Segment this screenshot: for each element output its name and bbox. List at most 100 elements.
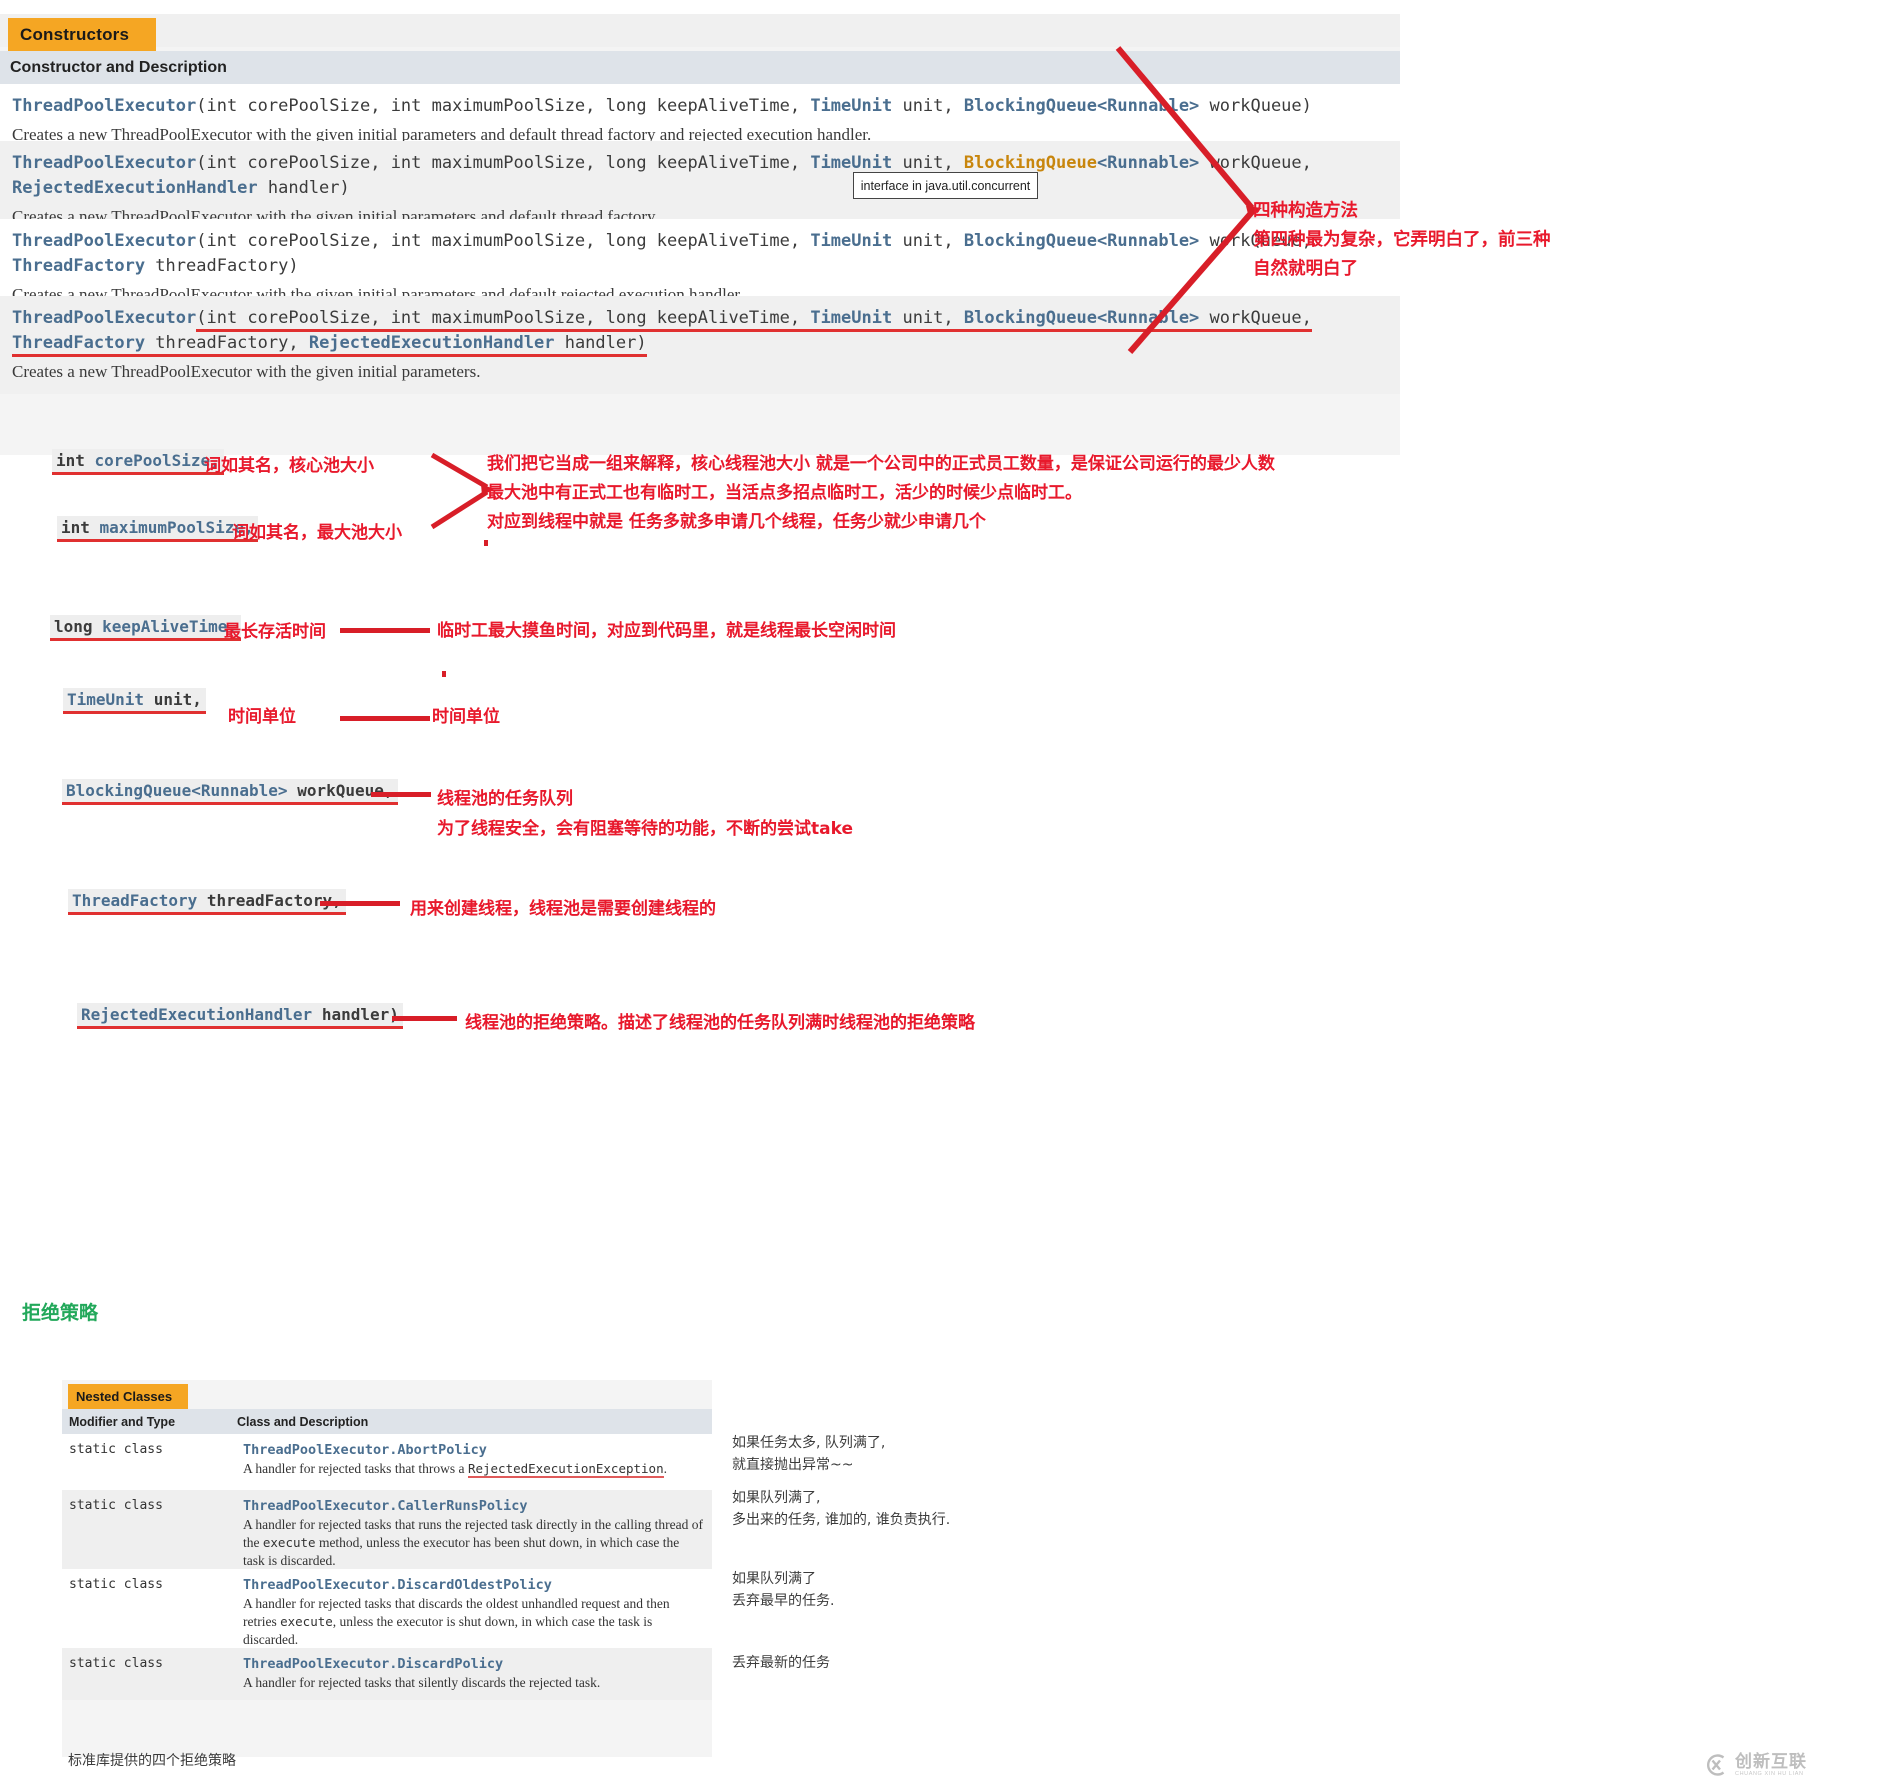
param-note-threadfactory: 用来创建线程，线程池是需要创建线程的 — [410, 899, 716, 919]
pool-note-line1: 我们把它当成一组来解释，核心线程池大小 就是一个公司中的正式员工数量，是保证公司… — [487, 454, 1275, 474]
ctor-tab-strip — [0, 14, 1400, 47]
param-note-workqueue-2: 为了线程安全，会有阻塞等待的功能，不断的尝试take — [437, 819, 853, 839]
table-row[interactable]: static class ThreadPoolExecutor.CallerRu… — [62, 1490, 712, 1569]
param-note-workqueue-1: 线程池的任务队列 — [437, 789, 573, 809]
ctor-params: (int corePoolSize, int maximumPoolSize, … — [196, 308, 811, 332]
nested-class-name[interactable]: ThreadPoolExecutor.AbortPolicy — [243, 1442, 704, 1458]
param-name: handler) — [312, 1005, 399, 1024]
ctor-name: ThreadPoolExecutor — [12, 153, 197, 173]
ctor-type-timeunit[interactable]: TimeUnit — [810, 231, 892, 251]
nested-note-line1: 如果队列满了 — [732, 1571, 816, 1587]
nested-note-line1: 如果队列满了, — [732, 1490, 821, 1506]
ctor-params: (int corePoolSize, int maximumPoolSize, … — [196, 96, 811, 116]
top-note-line2: 第四种最为复杂，它弄明白了，前三种 — [1253, 230, 1551, 250]
ctor-type-blockingqueue[interactable]: BlockingQueue — [964, 231, 1097, 251]
desc-post: . — [663, 1461, 667, 1476]
nested-note: 如果队列满了 丢弃最早的任务. — [732, 1568, 834, 1612]
pool-note-line3: 对应到线程中就是 任务多就多申请几个线程，任务少就少申请几个 — [487, 512, 986, 532]
nested-class-cell: ThreadPoolExecutor.DiscardPolicy A handl… — [237, 1648, 712, 1700]
ctor-type-blockingqueue[interactable]: BlockingQueue — [964, 96, 1097, 116]
param-label-timeunit: 时间单位 — [228, 707, 296, 727]
nested-classes-tab[interactable]: Nested Classes — [68, 1384, 188, 1409]
ctor-name: ThreadPoolExecutor — [12, 231, 197, 251]
ctor-type-threadfactory[interactable]: ThreadFactory — [12, 333, 146, 357]
ctor-type-rejectedexecutionhandler[interactable]: RejectedExecutionHandler — [308, 333, 555, 357]
reject-policy-footnote: 标准库提供的四个拒绝策略 — [68, 1753, 236, 1769]
ctor-params-3: workQueue) — [1199, 96, 1312, 116]
connector-line — [371, 792, 431, 797]
ctor-params-3: workQueue, — [1199, 308, 1312, 332]
nested-modifier: static class — [69, 1442, 163, 1457]
pool-note: 我们把它当成一组来解释，核心线程池大小 就是一个公司中的正式员工数量，是保证公司… — [487, 450, 1275, 537]
nested-col1-header: Modifier and Type — [69, 1414, 176, 1429]
constructor-column-header: Constructor and Description — [0, 51, 1400, 84]
nested-class-cell: ThreadPoolExecutor.AbortPolicy A handler… — [237, 1434, 712, 1490]
ctor-param-handler: handler) — [257, 178, 350, 198]
constructor-signature: ThreadPoolExecutor(int corePoolSize, int… — [12, 151, 1388, 176]
ctor-type-timeunit[interactable]: TimeUnit — [810, 153, 892, 173]
stray-red-dot — [484, 540, 488, 546]
param-chip-corepoolsize: int corePoolSize, — [52, 449, 224, 475]
nested-class-name[interactable]: ThreadPoolExecutor.CallerRunsPolicy — [243, 1498, 704, 1514]
pool-note-line2: 最大池中有正式工也有临时工，当活点多招点临时工，活少的时候少点临时工。 — [487, 483, 1082, 503]
ctor-generic-runnable[interactable]: <Runnable> — [1097, 96, 1199, 116]
param-type: ThreadFactory — [72, 891, 198, 910]
nested-class-name[interactable]: ThreadPoolExecutor.DiscardOldestPolicy — [243, 1577, 704, 1593]
param-chip-text: int maximumPoolSize, — [57, 516, 258, 542]
nested-class-desc: A handler for rejected tasks that throws… — [243, 1460, 704, 1478]
ctor-type-timeunit[interactable]: TimeUnit — [810, 96, 892, 116]
param-name: keepAliveTime, — [92, 617, 238, 636]
ctor-generic-runnable[interactable]: <Runnable> — [1097, 153, 1199, 173]
stray-red-dot — [442, 671, 446, 677]
nested-classes-tab-label: Nested Classes — [76, 1389, 173, 1404]
top-note: 四种构造方法 第四种最为复杂，它弄明白了，前三种 自然就明白了 — [1253, 197, 1551, 284]
ctor-type-timeunit[interactable]: TimeUnit — [810, 308, 893, 332]
ctor-param-threadfactory: threadFactory) — [145, 256, 299, 276]
ctor-type-blockingqueue[interactable]: BlockingQueue — [963, 308, 1097, 332]
table-row[interactable]: static class ThreadPoolExecutor.AbortPol… — [62, 1434, 712, 1490]
watermark: 创新互联 CHUANG XIN HU LIAN — [1703, 1752, 1807, 1778]
desc-link[interactable]: RejectedExecutionException — [467, 1461, 664, 1478]
constructors-tab[interactable]: Constructors — [8, 18, 156, 51]
constructor-description: Creates a new ThreadPoolExecutor with th… — [12, 362, 481, 381]
param-chip-handler: RejectedExecutionHandler handler) — [77, 1003, 403, 1029]
ctor-params-2: unit, — [892, 308, 964, 332]
ctor-generic-runnable[interactable]: <Runnable> — [1096, 308, 1200, 332]
ctor-type-rejectedexecutionhandler[interactable]: RejectedExecutionHandler — [12, 178, 258, 198]
param-chip-threadfactory: ThreadFactory threadFactory, — [68, 889, 346, 915]
constructor-signature: ThreadPoolExecutor(int corePoolSize, int… — [12, 229, 1388, 254]
top-note-line1: 四种构造方法 — [1253, 201, 1358, 221]
param-type: long — [54, 617, 93, 636]
ctor-name: ThreadPoolExecutor — [12, 96, 197, 116]
nested-class-name[interactable]: ThreadPoolExecutor.DiscardPolicy — [243, 1656, 704, 1672]
ctor-generic-runnable[interactable]: <Runnable> — [1097, 231, 1199, 251]
table-row[interactable]: static class ThreadPoolExecutor.DiscardP… — [62, 1648, 712, 1700]
constructor-row-highlighted[interactable]: ThreadPoolExecutor(int corePoolSize, int… — [0, 296, 1400, 394]
param-name: unit, — [144, 690, 202, 709]
nested-note-line1: 如果任务太多, 队列满了, — [732, 1435, 886, 1451]
reject-policy-title: 拒绝策略 — [22, 1302, 99, 1324]
nested-col2-header: Class and Description — [237, 1414, 369, 1429]
ctor-type-blockingqueue[interactable]: BlockingQueue — [964, 153, 1097, 173]
table-row[interactable]: static class ThreadPoolExecutor.DiscardO… — [62, 1569, 712, 1648]
ctor-type-threadfactory[interactable]: ThreadFactory — [12, 256, 145, 276]
param-chip-text: RejectedExecutionHandler handler) — [77, 1003, 403, 1029]
constructors-tab-label: Constructors — [20, 24, 130, 44]
ctor-params-2: unit, — [892, 231, 964, 251]
param-chip-keepalivetime: long keepAliveTime, — [50, 615, 242, 641]
param-note-handler: 线程池的拒绝策略。描述了线程池的任务队列满时线程池的拒绝策略 — [465, 1013, 975, 1033]
nested-class-desc: A handler for rejected tasks that silent… — [243, 1674, 704, 1692]
constructor-signature-line2: RejectedExecutionHandler handler) — [12, 176, 1388, 201]
constructor-signature: ThreadPoolExecutor(int corePoolSize, int… — [12, 94, 1388, 119]
watermark-main: 创新互联 — [1735, 1751, 1807, 1771]
param-chip-text: TimeUnit unit, — [63, 688, 206, 714]
nested-class-desc: A handler for rejected tasks that runs t… — [243, 1516, 704, 1569]
connector-line — [340, 628, 430, 633]
param-label-corepoolsize: 词如其名，核心池大小 — [204, 456, 374, 476]
nested-note-line2: 丢弃最早的任务. — [732, 1593, 835, 1609]
connector-line — [320, 901, 400, 906]
param-type: RejectedExecutionHandler — [81, 1005, 313, 1024]
param-label-keepalivetime: 最长存活时间 — [224, 622, 326, 642]
ctor-param-threadfactory: threadFactory, — [145, 333, 309, 357]
nested-note-line2: 就直接抛出异常~~ — [732, 1457, 854, 1473]
